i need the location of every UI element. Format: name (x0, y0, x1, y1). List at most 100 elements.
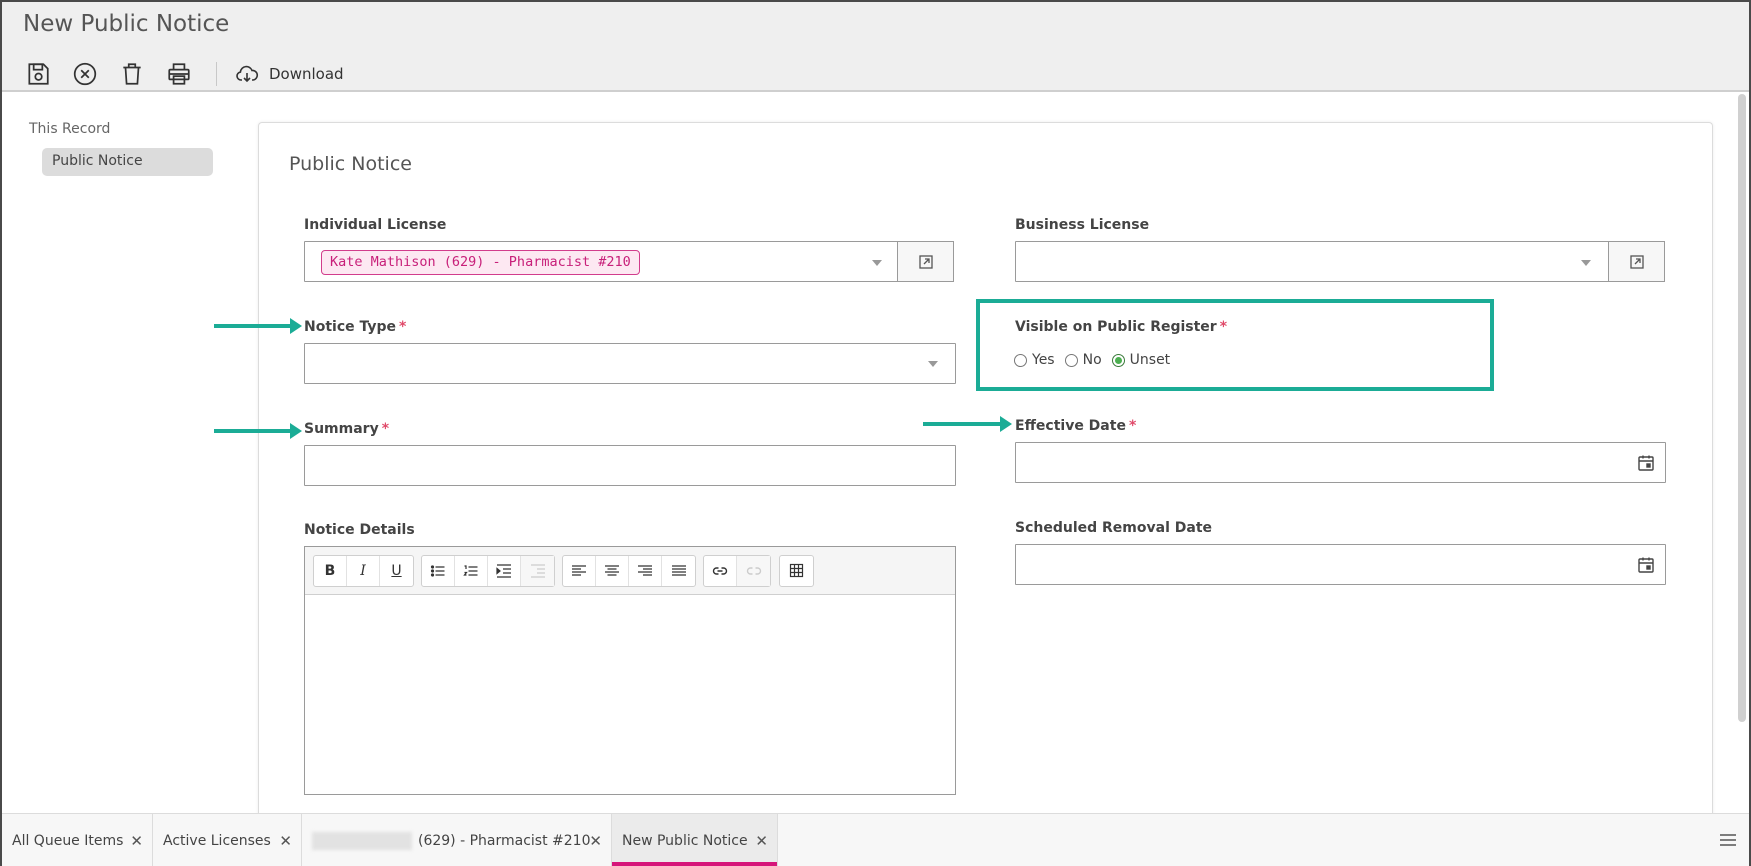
notice-details-label: Notice Details (304, 522, 415, 538)
notice-type-label: Notice Type * (304, 319, 406, 335)
align-left-button[interactable] (563, 556, 596, 586)
align-justify-button[interactable] (662, 556, 695, 586)
table-group (779, 555, 814, 587)
business-license-select[interactable] (1015, 241, 1609, 282)
individual-license-select[interactable]: Kate Mathison (629) - Pharmacist #210 (304, 241, 898, 282)
unlink-icon (746, 567, 761, 575)
radio-dot[interactable] (1064, 353, 1078, 367)
radio-dot-selected[interactable] (1111, 353, 1125, 367)
align-center-button[interactable] (596, 556, 629, 586)
summary-label-text: Summary (304, 421, 379, 437)
notice-type-label-text: Notice Type (304, 319, 397, 335)
editor-toolbar: B I U (305, 547, 955, 595)
scheduled-removal-date-input[interactable] (1015, 544, 1666, 585)
radio-unset[interactable]: Unset (1111, 352, 1171, 368)
effective-date-label-text: Effective Date (1015, 418, 1126, 434)
annotation-arrow (214, 318, 302, 334)
tab-label: Active Licenses (163, 832, 271, 849)
scrollbar[interactable] (1738, 94, 1746, 722)
insert-link-button[interactable] (704, 556, 737, 586)
insert-table-button[interactable] (780, 556, 813, 586)
bullet-list-button[interactable] (422, 556, 455, 586)
close-icon[interactable]: ✕ (589, 832, 602, 850)
summary-input[interactable] (304, 445, 956, 486)
bullet-list-icon (430, 565, 445, 577)
open-business-license-button[interactable] (1608, 241, 1665, 282)
align-justify-icon (671, 565, 686, 576)
calendar-icon[interactable] (1637, 454, 1655, 472)
outdent-button[interactable] (521, 556, 554, 586)
open-individual-license-button[interactable] (897, 241, 954, 282)
hamburger-menu-icon[interactable] (1719, 832, 1737, 848)
numbered-list-icon (463, 565, 478, 576)
trash-icon (123, 63, 141, 85)
tab-new-public-notice[interactable]: New Public Notice ✕ (612, 814, 778, 866)
cloud-download-icon (236, 65, 259, 83)
indent-icon (496, 564, 511, 578)
sidebar-heading: This Record (29, 121, 111, 137)
scheduled-removal-date-label: Scheduled Removal Date (1015, 520, 1213, 536)
radio-yes-label: Yes (1032, 352, 1055, 368)
italic-button[interactable]: I (347, 556, 380, 586)
outdent-icon (530, 564, 545, 578)
radio-no[interactable]: No (1064, 352, 1102, 368)
format-group: B I U (313, 555, 414, 587)
effective-date-input[interactable] (1015, 442, 1666, 483)
sidebar-item-public-notice[interactable]: Public Notice (42, 148, 213, 176)
print-button[interactable] (161, 57, 197, 91)
table-icon (789, 563, 803, 578)
calendar-icon[interactable] (1637, 556, 1655, 574)
notice-details-editor[interactable]: B I U (304, 546, 956, 795)
required-marker: * (399, 319, 407, 335)
close-icon[interactable]: ✕ (279, 832, 292, 850)
radio-yes[interactable]: Yes (1014, 352, 1055, 368)
effective-date-label: Effective Date * (1015, 418, 1136, 434)
indent-button[interactable] (488, 556, 521, 586)
cancel-icon (73, 62, 97, 86)
toolbar: Download (20, 57, 344, 91)
tab-active-licenses[interactable]: Active Licenses ✕ (153, 814, 302, 866)
tab-label: (629) - Pharmacist #210 (418, 832, 591, 849)
unlink-button[interactable] (737, 556, 770, 586)
open-external-icon (1629, 254, 1644, 269)
save-button[interactable] (20, 57, 56, 91)
align-center-icon (605, 565, 619, 576)
align-right-icon (638, 565, 652, 576)
numbered-list-button[interactable] (455, 556, 488, 586)
bottom-tab-bar: All Queue Items ✕ Active Licenses ✕ (629… (2, 813, 1749, 866)
download-button[interactable]: Download (235, 62, 344, 86)
close-icon[interactable]: ✕ (755, 832, 768, 850)
annotation-arrow (214, 423, 302, 439)
cancel-button[interactable] (67, 57, 103, 91)
required-marker: * (1219, 319, 1228, 335)
visible-register-label: Visible on Public Register * (1015, 319, 1227, 335)
chevron-down-icon (928, 361, 938, 367)
summary-label: Summary * (304, 421, 389, 437)
radio-dot[interactable] (1014, 353, 1027, 367)
tab-pharmacist-record[interactable]: (629) - Pharmacist #210 ✕ (302, 814, 612, 866)
header: New Public Notice Download (2, 2, 1749, 92)
align-left-icon (572, 565, 586, 576)
business-license-label: Business License (1015, 217, 1150, 233)
tab-all-queue-items[interactable]: All Queue Items ✕ (2, 814, 153, 866)
visible-register-label-text: Visible on Public Register (1015, 319, 1217, 335)
visible-register-radio-group: Yes No Unset (1014, 352, 1180, 368)
radio-unset-label: Unset (1129, 352, 1171, 368)
chevron-down-icon (1581, 260, 1591, 266)
panel-title: Public Notice (289, 153, 412, 175)
save-icon (28, 63, 49, 85)
bold-button[interactable]: B (314, 556, 347, 586)
notice-type-select[interactable] (304, 343, 956, 384)
link-group (703, 555, 771, 587)
tab-label: All Queue Items (12, 832, 124, 849)
required-marker: * (1128, 418, 1137, 434)
close-icon[interactable]: ✕ (130, 832, 143, 850)
underline-button[interactable]: U (380, 556, 413, 586)
individual-license-tag[interactable]: Kate Mathison (629) - Pharmacist #210 (321, 250, 640, 275)
delete-button[interactable] (114, 57, 150, 91)
individual-license-label: Individual License (304, 217, 447, 233)
required-marker: * (381, 421, 390, 437)
printer-icon (168, 63, 190, 85)
align-right-button[interactable] (629, 556, 662, 586)
toolbar-divider (216, 62, 217, 86)
